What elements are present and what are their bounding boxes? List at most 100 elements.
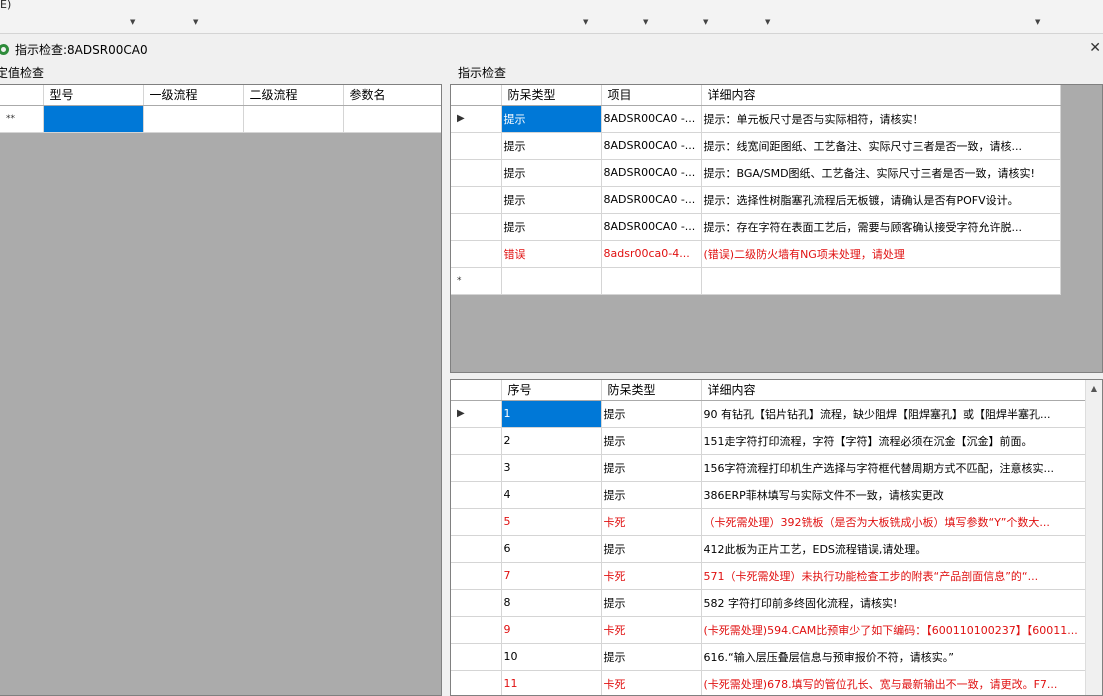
chevron-down-icon[interactable]: ▼	[643, 18, 648, 26]
chevron-down-icon[interactable]: ▼	[703, 18, 708, 26]
number-cell[interactable]: 5	[501, 508, 602, 536]
type-cell[interactable]: 提示	[501, 132, 602, 160]
detail-cell[interactable]: （卡死需处理）392铣板（是否为大板铣成小板）填写参数“Y”个数大...	[701, 508, 1086, 536]
close-icon[interactable]: ✕	[1089, 40, 1101, 56]
vertical-scrollbar[interactable]: ▲	[1085, 380, 1102, 695]
type-cell[interactable]: 提示	[601, 427, 702, 455]
row-header[interactable]	[451, 643, 502, 671]
item-cell[interactable]: 8ADSR00CA0 -...	[601, 159, 702, 187]
table-row[interactable]: 提示 8ADSR00CA0 -... 提示：线宽间距图纸、工艺备注、实际尺寸三者是否…	[451, 132, 1061, 160]
row-header[interactable]	[451, 670, 502, 695]
type-cell[interactable]: 卡死	[601, 616, 702, 644]
number-cell[interactable]: 10	[501, 643, 602, 671]
column-header[interactable]: 防呆类型	[501, 85, 602, 106]
row-header[interactable]	[451, 240, 502, 268]
detail-cell[interactable]: 提示：单元板尺寸是否与实际相符，请核实！	[701, 105, 1061, 133]
row-header[interactable]	[451, 213, 502, 241]
detail-cell[interactable]: 151走字符打印流程，字符【字符】流程必须在沉金【沉金】前面。	[701, 427, 1086, 455]
row-header[interactable]	[451, 508, 502, 536]
check-items-grid[interactable]: 防呆类型 项目 详细内容 ▶ 提示 8ADSR00CA0 -... 提示：单元板尺寸是…	[450, 84, 1103, 373]
table-cell[interactable]	[501, 267, 602, 295]
number-cell[interactable]: 1	[501, 400, 602, 428]
column-header[interactable]: 二级流程	[243, 85, 344, 106]
row-header[interactable]	[451, 535, 502, 563]
row-header[interactable]	[451, 427, 502, 455]
type-cell[interactable]: 提示	[501, 186, 602, 214]
row-header[interactable]	[451, 562, 502, 590]
row-header[interactable]	[451, 132, 502, 160]
detail-cell[interactable]: 156字符流程打印机生产选择与字符框代替周期方式不匹配，注意核实...	[701, 454, 1086, 482]
table-cell[interactable]	[43, 105, 144, 133]
item-cell[interactable]: 8ADSR00CA0 -...	[601, 132, 702, 160]
detail-cell[interactable]: 90 有钻孔【铝片钻孔】流程，缺少阻焊【阻焊塞孔】或【阻焊半塞孔...	[701, 400, 1086, 428]
table-row[interactable]: 9 卡死 (卡死需处理)594.CAM比预审少了如下编码：【600110100237…	[451, 616, 1086, 644]
chevron-down-icon[interactable]: ▼	[130, 18, 135, 26]
table-cell[interactable]	[343, 105, 441, 133]
detail-cell[interactable]: 571（卡死需处理）未执行功能检查工步的附表“产品剖面信息”的“...	[701, 562, 1086, 590]
detail-cell[interactable]: 提示：存在字符在表面工艺后，需要与顾客确认接受字符允许脱...	[701, 213, 1061, 241]
row-header[interactable]	[451, 159, 502, 187]
table-row[interactable]: ▶ 提示 8ADSR00CA0 -... 提示：单元板尺寸是否与实际相符，请核实！	[451, 105, 1061, 133]
detail-cell[interactable]: 提示：线宽间距图纸、工艺备注、实际尺寸三者是否一致，请核...	[701, 132, 1061, 160]
chevron-down-icon[interactable]: ▼	[1035, 18, 1040, 26]
type-cell[interactable]: 提示	[601, 643, 702, 671]
type-cell[interactable]: 提示	[501, 213, 602, 241]
table-cell[interactable]	[701, 267, 1061, 295]
item-cell[interactable]: 8adsr00ca0-4...	[601, 240, 702, 268]
number-cell[interactable]: 2	[501, 427, 602, 455]
type-cell[interactable]: 提示	[501, 159, 602, 187]
number-cell[interactable]: 11	[501, 670, 602, 695]
detail-cell[interactable]: 412此板为正片工艺，EDS流程错误,请处理。	[701, 535, 1086, 563]
number-cell[interactable]: 3	[501, 454, 602, 482]
row-header[interactable]	[451, 454, 502, 482]
number-cell[interactable]: 4	[501, 481, 602, 509]
item-cell[interactable]: 8ADSR00CA0 -...	[601, 105, 702, 133]
type-cell[interactable]: 提示	[601, 400, 702, 428]
type-cell[interactable]: 卡死	[601, 562, 702, 590]
chevron-down-icon[interactable]: ▼	[583, 18, 588, 26]
column-header[interactable]: 详细内容	[701, 380, 1086, 401]
rule-results-grid[interactable]: 序号 防呆类型 详细内容 ▶ 1 提示 90 有钻孔【铝片钻孔】流程，缺少阻焊【阻焊塞…	[450, 379, 1103, 696]
table-row[interactable]: 8 提示 582 字符打印前多终固化流程，请核实!	[451, 589, 1086, 617]
column-header[interactable]: 项目	[601, 85, 702, 106]
table-row[interactable]: 6 提示 412此板为正片工艺，EDS流程错误,请处理。	[451, 535, 1086, 563]
new-row[interactable]: **	[0, 105, 441, 133]
detail-cell[interactable]: (卡死需处理)594.CAM比预审少了如下编码：【600110100237】【6…	[701, 616, 1086, 644]
column-header[interactable]: 防呆类型	[601, 380, 702, 401]
table-row[interactable]: 7 卡死 571（卡死需处理）未执行功能检查工步的附表“产品剖面信息”的“...	[451, 562, 1086, 590]
table-row[interactable]: 11 卡死 (卡死需处理)678.填写的管位孔长、宽与最新输出不一致，请更改。F7.…	[451, 670, 1086, 695]
type-cell[interactable]: 提示	[601, 535, 702, 563]
table-row[interactable]: 4 提示 386ERP菲林填写与实际文件不一致，请核实更改	[451, 481, 1086, 509]
row-header[interactable]	[451, 481, 502, 509]
row-header[interactable]	[451, 186, 502, 214]
type-cell[interactable]: 提示	[601, 454, 702, 482]
column-header[interactable]: 参数名	[343, 85, 441, 106]
table-cell[interactable]	[601, 267, 702, 295]
number-cell[interactable]: 7	[501, 562, 602, 590]
row-header[interactable]	[451, 616, 502, 644]
row-header[interactable]: ▶	[451, 400, 502, 428]
detail-cell[interactable]: 提示：选择性树脂塞孔流程后无板镀，请确认是否有POFV设计。	[701, 186, 1061, 214]
column-header[interactable]: 型号	[43, 85, 144, 106]
detail-cell[interactable]: (卡死需处理)678.填写的管位孔长、宽与最新输出不一致，请更改。F7...	[701, 670, 1086, 695]
table-row[interactable]: 提示 8ADSR00CA0 -... 提示：BGA/SMD图纸、工艺备注、实际尺寸三…	[451, 159, 1061, 187]
number-cell[interactable]: 6	[501, 535, 602, 563]
detail-cell[interactable]: (错误)二级防火墙有NG项未处理，请处理	[701, 240, 1061, 268]
detail-cell[interactable]: 616.“输入层压叠层信息与预审报价不符，请核实。”	[701, 643, 1086, 671]
type-cell[interactable]: 提示	[601, 481, 702, 509]
table-row[interactable]: ▶ 1 提示 90 有钻孔【铝片钻孔】流程，缺少阻焊【阻焊塞孔】或【阻焊半塞孔...	[451, 400, 1086, 428]
left-grid[interactable]: 型号 一级流程 二级流程 参数名 **	[0, 84, 442, 696]
chevron-down-icon[interactable]: ▼	[193, 18, 198, 26]
table-row[interactable]: 错误 8adsr00ca0-4... (错误)二级防火墙有NG项未处理，请处理	[451, 240, 1061, 268]
type-cell[interactable]: 提示	[601, 589, 702, 617]
row-header[interactable]: ▶	[451, 105, 502, 133]
table-row[interactable]: 5 卡死 （卡死需处理）392铣板（是否为大板铣成小板）填写参数“Y”个数大...	[451, 508, 1086, 536]
table-row[interactable]: 10 提示 616.“输入层压叠层信息与预审报价不符，请核实。”	[451, 643, 1086, 671]
item-cell[interactable]: 8ADSR00CA0 -...	[601, 186, 702, 214]
chevron-down-icon[interactable]: ▼	[765, 18, 770, 26]
number-cell[interactable]: 8	[501, 589, 602, 617]
column-header[interactable]: 序号	[501, 380, 602, 401]
table-row[interactable]: 提示 8ADSR00CA0 -... 提示：存在字符在表面工艺后，需要与顾客确认接受…	[451, 213, 1061, 241]
type-cell[interactable]: 卡死	[601, 670, 702, 695]
table-row[interactable]: 提示 8ADSR00CA0 -... 提示：选择性树脂塞孔流程后无板镀，请确认是否有…	[451, 186, 1061, 214]
